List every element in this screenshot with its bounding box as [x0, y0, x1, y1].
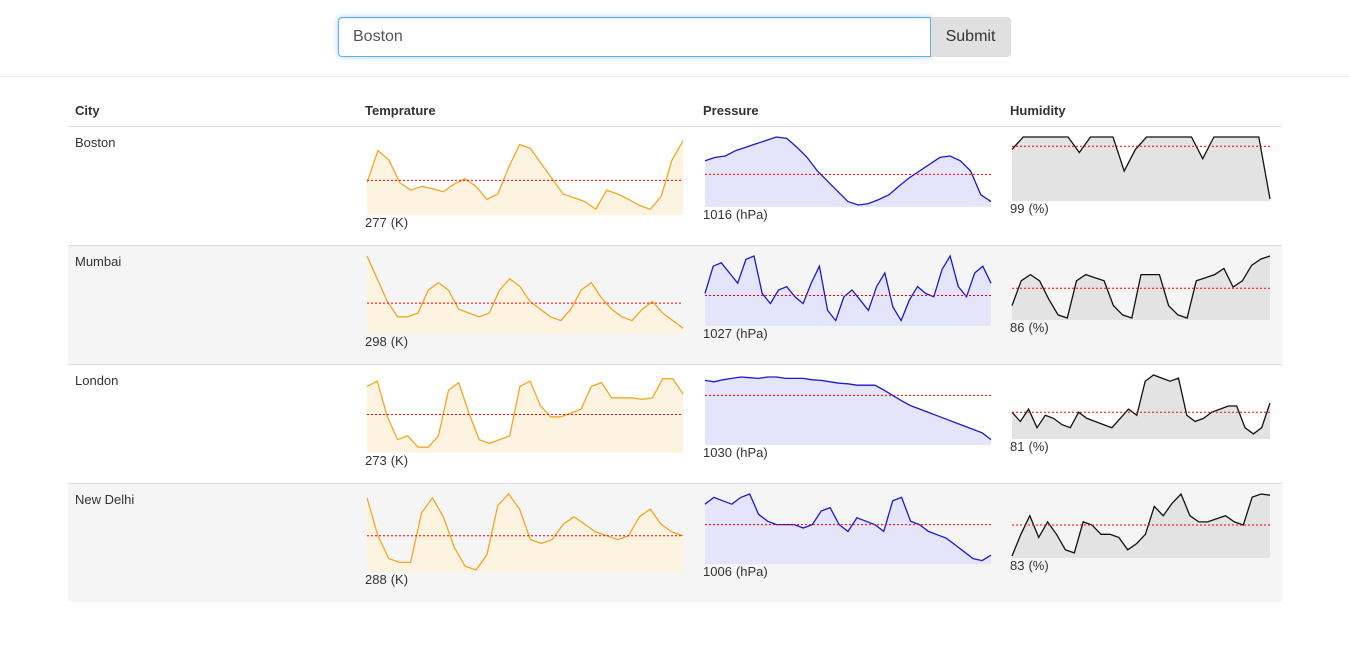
pressure-column-header: Pressure: [696, 94, 1003, 127]
temperature-column-header: Temprature: [358, 94, 696, 127]
submit-button[interactable]: Submit: [931, 17, 1011, 57]
city-name: London: [75, 373, 119, 388]
pressure-value: 1016: [703, 207, 732, 222]
table-header-row: City Temprature Pressure Humidity: [68, 94, 1282, 127]
humidity-readout: 86 (%): [1010, 320, 1275, 335]
temperature-readout: 288 (K): [365, 572, 689, 587]
humidity-sparkline: [1011, 374, 1271, 439]
humidity-unit: (%): [1028, 439, 1049, 454]
temperature-value: 277: [365, 215, 387, 230]
search-bar: Submit: [338, 17, 1011, 57]
pressure-readout: 1027 (hPa): [703, 326, 996, 341]
humidity-readout: 83 (%): [1010, 558, 1275, 573]
temperature-readout: 277 (K): [365, 215, 689, 230]
pressure-readout: 1016 (hPa): [703, 207, 996, 222]
temperature-readout: 273 (K): [365, 453, 689, 468]
temperature-unit: (K): [390, 334, 409, 349]
pressure-value: 1006: [703, 564, 732, 579]
humidity-readout: 81 (%): [1010, 439, 1275, 454]
temperature-sparkline: [366, 492, 684, 572]
pressure-unit: (hPa): [735, 445, 768, 460]
city-name: New Delhi: [75, 492, 135, 507]
city-name: Mumbai: [75, 254, 122, 269]
temperature-unit: (K): [390, 572, 409, 587]
temperature-readout: 298 (K): [365, 334, 689, 349]
humidity-readout: 99 (%): [1010, 201, 1275, 216]
pressure-area-fill: [705, 494, 991, 564]
temperature-value: 273: [365, 453, 387, 468]
temperature-sparkline: [366, 378, 684, 453]
pressure-value: 1030: [703, 445, 732, 460]
temperature-value: 288: [365, 572, 387, 587]
search-input[interactable]: [338, 17, 931, 57]
pressure-unit: (hPa): [735, 564, 768, 579]
table-row: Boston 277 (K) 1016 (hPa) 99 (%): [68, 126, 1282, 246]
temperature-unit: (K): [390, 453, 409, 468]
humidity-unit: (%): [1028, 201, 1049, 216]
pressure-readout: 1030 (hPa): [703, 445, 996, 460]
pressure-sparkline: [704, 493, 992, 564]
table-row: London 273 (K) 1030 (hPa) 81 (%): [68, 364, 1282, 484]
temperature-unit: (K): [390, 215, 409, 230]
table-row: New Delhi 288 (K) 1006 (hPa) 83 (%): [68, 483, 1282, 602]
temperature-sparkline: [366, 255, 684, 334]
pressure-area-fill: [705, 256, 991, 326]
humidity-area-fill: [1012, 375, 1270, 439]
table-row: Mumbai 298 (K) 1027 (hPa) 86 (%): [68, 245, 1282, 365]
humidity-unit: (%): [1028, 558, 1049, 573]
humidity-sparkline: [1011, 136, 1271, 201]
pressure-sparkline: [704, 254, 992, 326]
pressure-sparkline: [704, 136, 992, 207]
temperature-area-fill: [367, 494, 683, 572]
temperature-sparkline: [366, 140, 684, 215]
pressure-readout: 1006 (hPa): [703, 564, 996, 579]
pressure-area-fill: [705, 377, 991, 445]
temperature-area-fill: [367, 378, 683, 453]
humidity-value: 99: [1010, 201, 1025, 216]
pressure-unit: (hPa): [735, 326, 768, 341]
temperature-value: 298: [365, 334, 387, 349]
pressure-area-fill: [705, 137, 991, 207]
city-name: Boston: [75, 135, 116, 150]
pressure-unit: (hPa): [735, 207, 768, 222]
humidity-column-header: Humidity: [1003, 94, 1282, 127]
humidity-sparkline: [1011, 492, 1271, 558]
weather-table: City Temprature Pressure Humidity Boston…: [68, 94, 1282, 602]
humidity-value: 81: [1010, 439, 1025, 454]
pressure-value: 1027: [703, 326, 732, 341]
city-column-header: City: [68, 94, 358, 127]
humidity-sparkline: [1011, 255, 1271, 320]
pressure-sparkline: [704, 376, 992, 445]
header-divider: [0, 76, 1349, 77]
humidity-value: 83: [1010, 558, 1025, 573]
table-body: Boston 277 (K) 1016 (hPa) 99 (%) Mumbai 298…: [68, 126, 1282, 602]
humidity-unit: (%): [1028, 320, 1049, 335]
humidity-value: 86: [1010, 320, 1025, 335]
